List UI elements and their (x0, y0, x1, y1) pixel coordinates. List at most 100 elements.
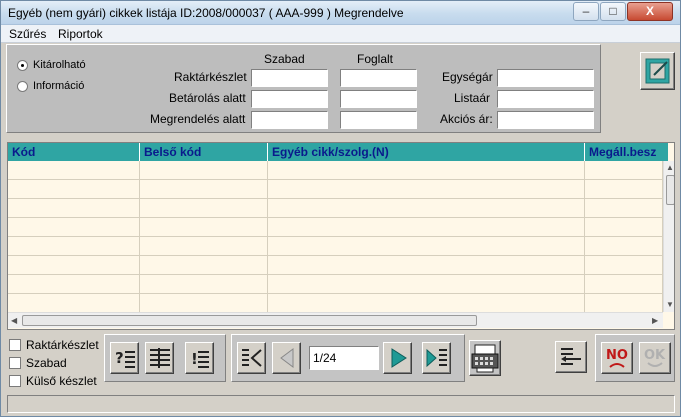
table-cell[interactable] (585, 237, 663, 256)
table-cell[interactable] (585, 218, 663, 237)
first-page-button[interactable] (237, 342, 266, 374)
radio-kitarolhato[interactable] (17, 60, 28, 71)
table-cell[interactable] (268, 218, 585, 237)
table-row[interactable] (8, 180, 663, 199)
header-egyeb-cikk[interactable]: Egyéb cikk/szolg.(N) (268, 143, 585, 161)
radio-informacio[interactable] (17, 81, 28, 92)
table-cell[interactable] (585, 256, 663, 275)
table-cell[interactable] (585, 275, 663, 294)
scroll-down-icon[interactable]: ▼ (666, 300, 674, 309)
edit-button[interactable] (640, 52, 675, 90)
list-view-button[interactable] (145, 342, 174, 374)
header-megall-besz[interactable]: Megáll.besz (585, 143, 668, 161)
ok-button[interactable]: OK (639, 342, 671, 374)
page-indicator[interactable]: 1/24 (309, 346, 379, 370)
table-cell[interactable] (268, 256, 585, 275)
main-area: Kitárolható Információ Szabad Foglalt Ra… (3, 44, 678, 415)
radio-kitarolhato-label: Kitárolható (33, 59, 86, 71)
cancel-button[interactable]: NO (601, 342, 633, 374)
table-cell[interactable] (140, 294, 268, 313)
minimize-button[interactable]: – (573, 2, 599, 21)
svg-text:?: ? (115, 349, 124, 367)
table-cell[interactable] (268, 180, 585, 199)
scroll-up-icon[interactable]: ▲ (666, 163, 674, 172)
checkbox-szabad[interactable] (9, 357, 21, 369)
close-button[interactable]: X (627, 2, 673, 21)
table-cell[interactable] (268, 237, 585, 256)
table-row[interactable] (8, 161, 663, 180)
table-row[interactable] (8, 218, 663, 237)
table-row[interactable] (8, 237, 663, 256)
next-page-button[interactable] (383, 342, 412, 374)
list-price-field[interactable] (497, 90, 594, 108)
header-kod[interactable]: Kód (8, 143, 140, 161)
table-cell[interactable] (268, 199, 585, 218)
table-cell[interactable] (8, 256, 140, 275)
table-cell[interactable] (140, 218, 268, 237)
first-page-icon (241, 349, 262, 367)
table-cell[interactable] (8, 237, 140, 256)
table-cell[interactable] (140, 161, 268, 180)
table-cell[interactable] (585, 199, 663, 218)
previous-page-button[interactable] (272, 342, 301, 374)
table-row[interactable] (8, 275, 663, 294)
table-cell[interactable] (268, 294, 585, 313)
header-belso-kod[interactable]: Belső kód (140, 143, 268, 161)
unit-price-field[interactable] (497, 69, 594, 87)
vertical-scrollbar[interactable]: ▲ ▼ (663, 161, 674, 312)
exclamation-list-icon: ! (191, 350, 209, 368)
query-button[interactable]: ? (110, 342, 139, 374)
table-cell[interactable] (8, 180, 140, 199)
select-button[interactable] (555, 341, 587, 373)
svg-text:!: ! (191, 350, 198, 368)
table-cell[interactable] (585, 294, 663, 313)
menu-item-riportok[interactable]: Riportok (58, 27, 103, 41)
table-cell[interactable] (140, 180, 268, 199)
table-cell[interactable] (140, 199, 268, 218)
table-cell[interactable] (8, 161, 140, 180)
alert-list-button[interactable]: ! (185, 342, 214, 374)
incoming-reserved-field[interactable] (340, 90, 417, 108)
scroll-right-icon[interactable]: ▶ (652, 316, 658, 325)
table-cell[interactable] (268, 275, 585, 294)
table-row[interactable] (8, 294, 663, 313)
last-page-button[interactable] (422, 342, 451, 374)
table-cell[interactable] (8, 294, 140, 313)
maximize-button[interactable]: □ (600, 2, 626, 21)
menu-item-szures[interactable]: Szűrés (9, 27, 46, 41)
table-cell[interactable] (8, 275, 140, 294)
table-row[interactable] (8, 199, 663, 218)
table-cell[interactable] (268, 161, 585, 180)
table-cell[interactable] (8, 199, 140, 218)
application-window: Egyéb (nem gyári) cikkek listája ID:2008… (0, 0, 681, 417)
title-bar: Egyéb (nem gyári) cikkek listája ID:2008… (1, 1, 680, 25)
unit-price-label: Egységár (442, 70, 493, 84)
stock-free-field[interactable] (251, 69, 328, 87)
sale-price-field[interactable] (497, 111, 594, 129)
table-row[interactable] (8, 256, 663, 275)
checkbox-kulso-keszlet[interactable] (9, 375, 21, 387)
table-cell[interactable] (585, 180, 663, 199)
table-cell[interactable] (8, 218, 140, 237)
navigation-panel: 1/24 (231, 334, 465, 382)
print-button[interactable] (469, 340, 501, 376)
table-cell[interactable] (585, 161, 663, 180)
table-cell[interactable] (140, 237, 268, 256)
stock-reserved-field[interactable] (340, 69, 417, 87)
horizontal-scroll-thumb[interactable] (22, 315, 477, 326)
table-cell[interactable] (140, 256, 268, 275)
row-label-raktarkeszlet: Raktárkészlet (174, 70, 247, 84)
vertical-scroll-thumb[interactable] (666, 175, 674, 205)
table-header: Kód Belső kód Egyéb cikk/szolg.(N) Megál… (8, 143, 668, 161)
horizontal-scrollbar[interactable]: ◀ ▶ (8, 312, 663, 328)
previous-icon (279, 348, 293, 368)
incoming-free-field[interactable] (251, 90, 328, 108)
scroll-left-icon[interactable]: ◀ (11, 316, 17, 325)
checkbox-raktarkeszlet[interactable] (9, 339, 21, 351)
ordered-free-field[interactable] (251, 111, 328, 129)
filter-panel: Kitárolható Információ Szabad Foglalt Ra… (6, 44, 601, 133)
table-cell[interactable] (140, 275, 268, 294)
checkbox-raktarkeszlet-label: Raktárkészlet (26, 338, 99, 352)
ordered-reserved-field[interactable] (340, 111, 417, 129)
ok-icon: OK (644, 348, 666, 367)
